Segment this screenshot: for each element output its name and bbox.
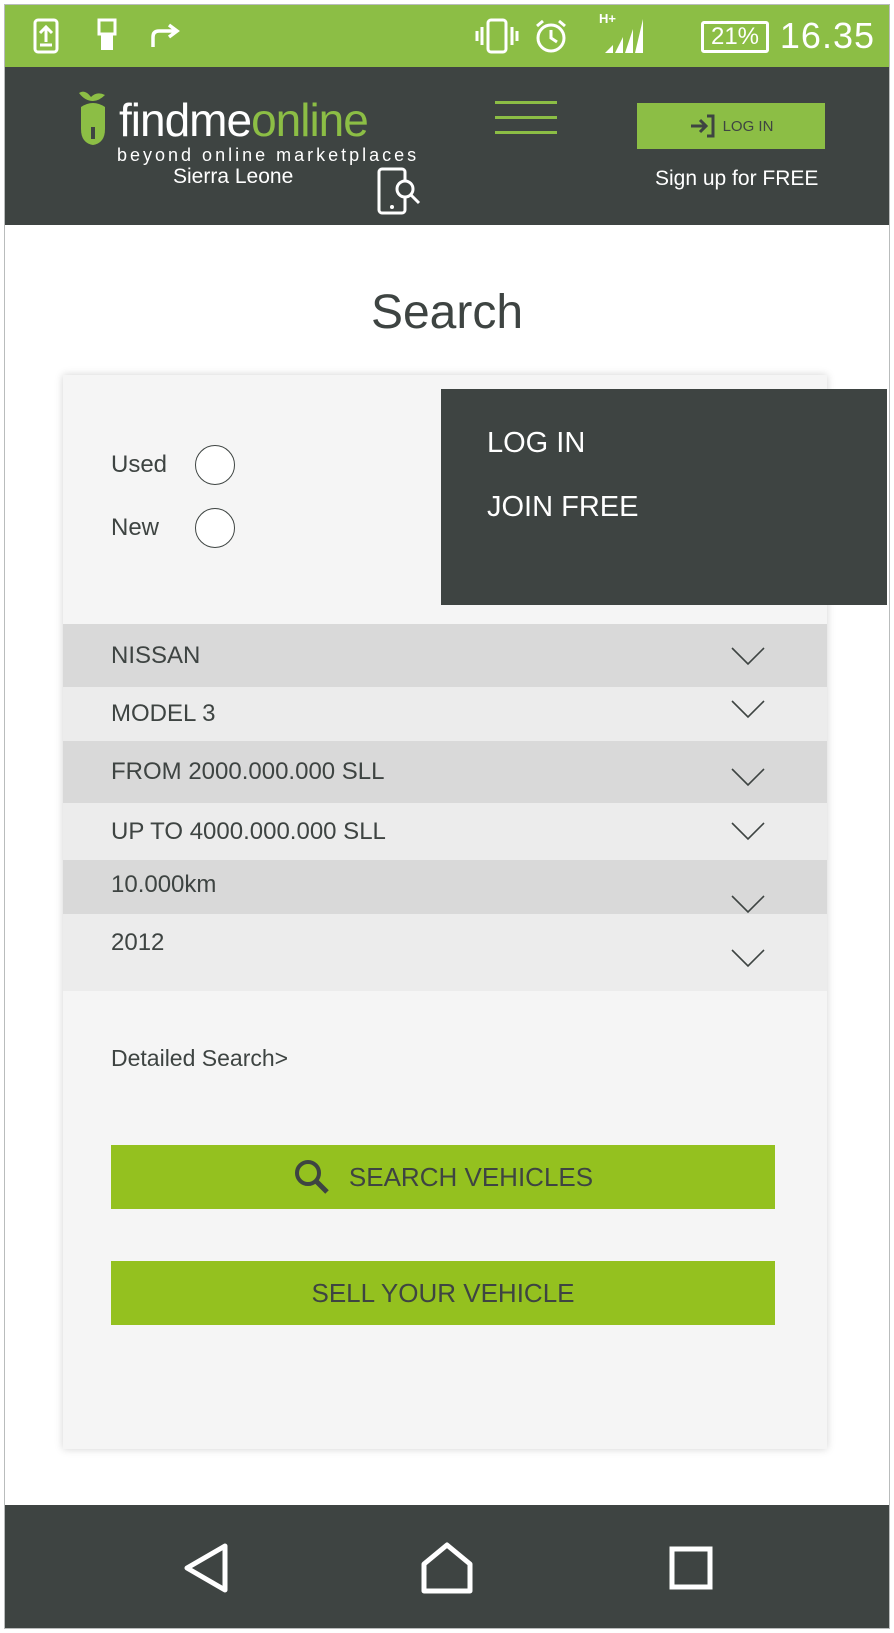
price-to-value: UP TO 4000.000.000 SLL bbox=[111, 817, 386, 845]
price-to-select[interactable]: UP TO 4000.000.000 SLL bbox=[63, 803, 827, 860]
site-logo[interactable]: findmeonline beyond online marketplaces bbox=[75, 89, 416, 165]
detailed-search-link[interactable]: Detailed Search> bbox=[111, 1045, 288, 1072]
android-nav-bar bbox=[5, 1505, 889, 1628]
network-type: H+ bbox=[599, 11, 616, 26]
year-select[interactable]: 2012 bbox=[63, 914, 827, 991]
make-select-value: NISSAN bbox=[111, 641, 201, 669]
header-login-button[interactable]: LOG IN bbox=[637, 103, 825, 149]
battery-icon: 21% bbox=[701, 21, 769, 53]
logo-tagline: beyond online marketplaces bbox=[117, 145, 420, 165]
clock: 16.35 bbox=[779, 15, 875, 56]
battery-level: 21% bbox=[710, 23, 760, 50]
radio-used-label: Used bbox=[111, 451, 168, 478]
vibrate-icon bbox=[475, 17, 519, 55]
menu-item-login[interactable]: LOG IN bbox=[487, 427, 585, 460]
search-vehicles-label: SEARCH VEHICLES bbox=[348, 1161, 594, 1192]
status-bar: H+ 21% 16.35 bbox=[5, 5, 889, 67]
price-from-value: FROM 2000.000.000 SLL bbox=[111, 758, 385, 785]
menu-icon[interactable] bbox=[495, 101, 557, 149]
chevron-down-icon bbox=[731, 700, 765, 719]
mileage-value: 10.000km bbox=[111, 871, 217, 898]
back-icon[interactable] bbox=[147, 1505, 267, 1628]
chevron-down-icon bbox=[731, 822, 765, 841]
share-icon bbox=[149, 17, 183, 55]
radio-new-label: New bbox=[111, 514, 160, 541]
site-header: findmeonline beyond online marketplaces … bbox=[5, 67, 889, 225]
search-vehicles-button[interactable]: SEARCH VEHICLES bbox=[111, 1145, 775, 1209]
signup-link[interactable]: Sign up for FREE bbox=[655, 167, 818, 191]
signal-icon: H+ bbox=[599, 11, 645, 55]
model-select-value: MODEL 3 bbox=[111, 700, 216, 727]
region-label[interactable]: Sierra Leone bbox=[173, 165, 293, 189]
mileage-select[interactable]: 10.000km bbox=[63, 860, 827, 914]
app-frame: H+ 21% 16.35 findmeonline beyond online … bbox=[4, 4, 890, 1629]
upload-sim-icon bbox=[33, 17, 59, 55]
header-login-label: LOG IN bbox=[722, 117, 774, 135]
model-select[interactable]: MODEL 3 bbox=[63, 687, 827, 741]
acorn-logo-icon bbox=[79, 91, 105, 145]
chevron-down-icon bbox=[731, 768, 765, 787]
alarm-icon bbox=[533, 17, 569, 55]
account-dropdown-menu: LOG IN JOIN FREE bbox=[441, 389, 887, 605]
sell-vehicle-label: SELL YOUR VEHICLE bbox=[311, 1277, 575, 1308]
radio-new-row[interactable]: New bbox=[111, 508, 235, 548]
radio-new[interactable] bbox=[195, 508, 235, 548]
chevron-down-icon bbox=[731, 949, 765, 968]
recents-icon[interactable] bbox=[631, 1505, 751, 1628]
chevron-down-icon bbox=[731, 647, 765, 666]
logo-wordmark: findmeonline bbox=[119, 93, 369, 147]
logo-online-text: online bbox=[251, 94, 369, 146]
sell-vehicle-button[interactable]: SELL YOUR VEHICLE bbox=[111, 1261, 775, 1325]
radio-used[interactable] bbox=[195, 445, 235, 485]
home-icon[interactable] bbox=[387, 1505, 507, 1628]
logo-find-text: findme bbox=[119, 94, 252, 146]
year-value: 2012 bbox=[111, 928, 165, 956]
search-icon bbox=[294, 1160, 329, 1194]
menu-item-join[interactable]: JOIN FREE bbox=[487, 491, 638, 524]
page-title: Search bbox=[370, 286, 524, 339]
usb-icon bbox=[95, 17, 119, 55]
phone-search-icon[interactable] bbox=[377, 167, 423, 217]
chevron-down-icon bbox=[731, 895, 765, 914]
make-select[interactable]: NISSAN bbox=[63, 624, 827, 687]
login-arrow-icon bbox=[690, 114, 715, 138]
price-from-select[interactable]: FROM 2000.000.000 SLL bbox=[63, 741, 827, 803]
radio-used-row[interactable]: Used bbox=[111, 445, 235, 485]
